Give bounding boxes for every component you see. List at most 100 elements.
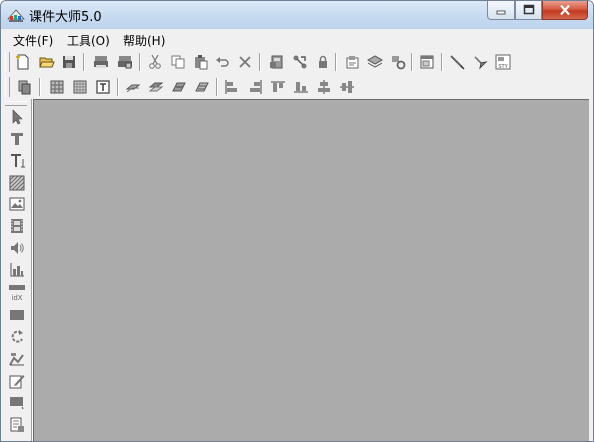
align-bottom-button[interactable]: [291, 77, 311, 97]
app-window: 课件大师5.0 文件(F) 工具(O) 帮助(H) STY idX: [0, 0, 594, 442]
menu-file[interactable]: 文件(F): [13, 32, 53, 49]
text-field-tool[interactable]: [6, 151, 28, 171]
menu-help[interactable]: 帮助(H): [123, 32, 165, 49]
palette-grip[interactable]: [5, 101, 27, 106]
toolbar-grip[interactable]: [5, 52, 10, 72]
text-frame-icon: [96, 80, 110, 94]
tool-palette: idX: [1, 99, 32, 441]
image-tool[interactable]: [6, 194, 28, 214]
title-bar[interactable]: 课件大师5.0: [1, 1, 593, 29]
rectangle-icon: [10, 310, 24, 320]
layers-icon: [367, 55, 383, 68]
film-tool[interactable]: [6, 216, 28, 236]
layer-up-button[interactable]: [123, 77, 143, 97]
cut-icon: [149, 54, 161, 69]
toolbar-separator: [117, 78, 119, 96]
menu-tools[interactable]: 工具(O): [67, 32, 110, 49]
sound-tool[interactable]: [6, 238, 28, 258]
import-button[interactable]: [267, 52, 287, 72]
undo-button[interactable]: [213, 52, 233, 72]
close-button[interactable]: [542, 1, 588, 20]
layer-bottom-icon: [195, 82, 209, 92]
save-button[interactable]: [59, 52, 79, 72]
toolbar-separator: [139, 53, 141, 71]
layer-bottom-button[interactable]: [192, 77, 212, 97]
layers-button[interactable]: [365, 52, 385, 72]
layer-up-icon: [125, 84, 141, 93]
grid-button[interactable]: [47, 77, 67, 97]
open-folder-icon: [39, 57, 55, 68]
edit-tool[interactable]: [6, 371, 28, 391]
align-right-button[interactable]: [245, 77, 265, 97]
new-file-button[interactable]: [13, 52, 33, 72]
edit-icon: [9, 375, 25, 389]
open-button[interactable]: [37, 52, 57, 72]
text-tool[interactable]: [6, 129, 28, 149]
import-icon: [270, 55, 283, 69]
toolbar-main: STY: [5, 50, 515, 74]
settings-button[interactable]: [388, 52, 408, 72]
layer-top-button[interactable]: [169, 77, 189, 97]
delete-icon: [239, 56, 251, 68]
menu-bar: 文件(F) 工具(O) 帮助(H): [1, 29, 593, 50]
svg-text:STY: STY: [498, 64, 508, 70]
brush-icon: [474, 56, 488, 70]
align-left-button[interactable]: [222, 77, 242, 97]
align-center-v-button[interactable]: [314, 77, 334, 97]
text-frame-button[interactable]: [93, 77, 113, 97]
document-tool[interactable]: [6, 415, 28, 435]
layer-down-icon: [148, 82, 164, 92]
align-center-h-icon: [340, 81, 354, 93]
align-bottom-icon: [294, 82, 308, 93]
text-t-icon: [11, 133, 23, 145]
lock-button[interactable]: [313, 52, 333, 72]
toolbar-separator: [216, 78, 218, 96]
align-left-icon: [225, 80, 237, 94]
workspace-canvas[interactable]: [33, 99, 589, 441]
toolbar-grip[interactable]: [5, 77, 10, 97]
brush-button[interactable]: [470, 52, 490, 72]
pointer-tool[interactable]: [6, 107, 28, 127]
properties-icon: [346, 56, 359, 69]
new-file-icon: [16, 54, 29, 70]
rotate-tool[interactable]: [6, 327, 28, 347]
align-top-icon: [271, 81, 285, 92]
align-top-button[interactable]: [268, 77, 288, 97]
grid-fine-icon: [73, 80, 87, 94]
rectangle-tool[interactable]: [6, 305, 28, 325]
pattern-tool[interactable]: [6, 173, 28, 193]
link-button[interactable]: [290, 52, 310, 72]
print-button[interactable]: [91, 52, 111, 72]
paste-button[interactable]: [191, 52, 211, 72]
effects-tool[interactable]: [6, 349, 28, 369]
layer-down-button[interactable]: [146, 77, 166, 97]
toolbar-area: STY: [1, 49, 593, 99]
cut-button[interactable]: [145, 52, 165, 72]
app-logo-icon: [7, 9, 25, 22]
delete-button[interactable]: [235, 52, 255, 72]
window-title: 课件大师5.0: [29, 10, 102, 25]
pen-icon: [450, 55, 465, 70]
pen-button[interactable]: [447, 52, 467, 72]
layer-top-icon: [172, 82, 186, 92]
image-icon: [9, 197, 25, 211]
grid-icon: [50, 80, 64, 94]
minimize-button[interactable]: [487, 1, 515, 20]
chart-tool[interactable]: [6, 260, 28, 280]
window-button[interactable]: [417, 52, 437, 72]
sound-icon: [11, 242, 24, 254]
properties-button[interactable]: [343, 52, 363, 72]
maximize-icon: [523, 4, 534, 15]
grid-fine-button[interactable]: [70, 77, 90, 97]
index-tool[interactable]: idX: [6, 282, 28, 304]
rotate-icon: [11, 330, 23, 343]
style-button[interactable]: STY: [493, 52, 513, 72]
copy-button[interactable]: [168, 52, 188, 72]
toolbar-layout: [5, 75, 355, 99]
align-center-h-button[interactable]: [337, 77, 357, 97]
comment-tool[interactable]: [6, 393, 28, 413]
maximize-button[interactable]: [515, 1, 542, 20]
print-preview-button[interactable]: [115, 52, 135, 72]
page-button[interactable]: [15, 77, 35, 97]
film-icon: [11, 219, 23, 233]
